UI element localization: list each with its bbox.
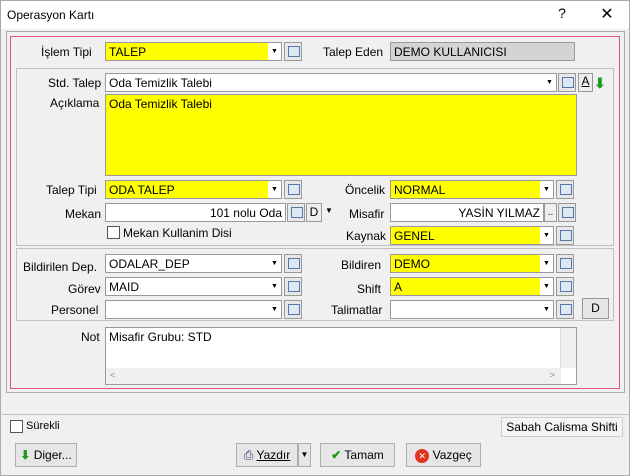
lookup-icon[interactable] [556,300,574,319]
gorev-label: Görev [68,282,101,296]
green-down-arrow-icon[interactable]: ⬇ [594,75,606,92]
lookup-icon[interactable] [284,300,302,319]
close-button[interactable]: ✕ [597,4,617,24]
diger-button[interactable]: ⬇ Diger... [15,443,77,467]
std-talep-select[interactable]: Oda Temizlik Talebi ▼ [105,73,557,92]
chevron-down-icon: ▼ [540,181,553,198]
talep-tipi-select[interactable]: ODA TALEP ▼ [105,180,282,199]
lookup-icon[interactable] [556,254,574,273]
dialog-window: Operasyon Kartı ? ✕ İşlem Tipi TALEP ▼ Ta… [0,0,630,476]
misafir-label: Misafir [349,207,385,221]
talep-eden-label: Talep Eden [323,45,384,59]
not-textarea[interactable]: Misafir Grubu: STD < > [105,327,577,385]
talep-eden-field: DEMO KULLANICISI [390,42,575,61]
shift-select[interactable]: A ▼ [390,277,554,296]
chevron-down-icon: ▼ [540,227,553,244]
bildiren-select[interactable]: DEMO ▼ [390,254,554,273]
chevron-down-icon: ▼ [268,255,281,272]
kaynak-label: Kaynak [346,229,387,243]
bildirilen-dep-label: Bildirilen Dep. [23,260,98,274]
lookup-icon[interactable] [284,254,302,273]
mekan-d-button[interactable]: D [306,203,322,222]
talimat-d-button[interactable]: D [582,298,609,319]
title-bar: Operasyon Kartı ? ✕ [1,1,629,29]
chevron-down-icon: ▼ [268,181,281,198]
bildirilen-dep-select[interactable]: ODALAR_DEP ▼ [105,254,282,273]
shift-label: Shift [357,282,382,296]
lookup-icon[interactable] [284,277,302,296]
gorev-select[interactable]: MAID ▼ [105,277,282,296]
lookup-icon[interactable] [284,42,302,61]
mekan-label: Mekan [65,207,102,221]
talep-tipi-label: Talep Tipi [46,183,97,197]
not-label: Not [81,330,100,344]
chevron-down-icon: ▼ [540,301,553,318]
surekli-checkbox[interactable] [10,420,23,433]
kaynak-select[interactable]: GENEL ▼ [390,226,554,245]
islem-tipi-select[interactable]: TALEP ▼ [105,42,282,61]
chevron-down-icon: ▼ [300,450,309,459]
chevron-down-icon[interactable]: ▼ [325,206,333,215]
misafir-field[interactable]: YASİN YILMAZ [390,203,544,222]
oncelik-select[interactable]: NORMAL ▼ [390,180,554,199]
check-icon: ✔ [331,448,342,462]
lookup-icon[interactable] [556,277,574,296]
window-title: Operasyon Kartı [7,8,95,22]
talimatlar-label: Talimatlar [331,303,383,317]
yazdir-dropdown-button[interactable]: ▼ [298,443,311,467]
chevron-down-icon: ▼ [540,255,553,272]
vazgec-button[interactable]: ✕ Vazgeç [406,443,481,467]
lookup-icon[interactable] [556,180,574,199]
chevron-down-icon: ▼ [268,301,281,318]
mekan-kullanim-checkbox[interactable] [107,226,120,239]
mekan-field[interactable]: 101 nolu Oda [105,203,286,222]
horizontal-scrollbar[interactable]: < > [106,368,561,384]
bildiren-label: Bildiren [341,258,382,272]
lookup-icon[interactable] [287,203,305,222]
lookup-icon[interactable] [558,73,576,92]
chevron-down-icon: ▼ [268,278,281,295]
font-a-button[interactable]: A [578,73,593,92]
printer-icon: ⎙ [243,448,254,462]
islem-tipi-label: İşlem Tipi [41,45,92,59]
lookup-icon[interactable] [284,180,302,199]
personel-label: Personel [51,303,99,317]
green-down-arrow-icon: ⬇ [20,448,31,462]
vertical-scrollbar[interactable] [560,328,576,368]
aciklama-textarea[interactable]: Oda Temizlik Talebi [105,94,577,176]
lookup-icon[interactable] [556,226,574,245]
yazdir-button[interactable]: ⎙ Yazdır [236,443,298,467]
personel-select[interactable]: ▼ [105,300,282,319]
aciklama-label: Açıklama [50,96,100,110]
talimatlar-select[interactable]: ▼ [390,300,554,319]
cancel-icon: ✕ [415,448,430,463]
lookup-icon[interactable] [558,203,576,222]
mekan-kullanim-label: Mekan Kullanim Disi [123,226,232,240]
shift-status: Sabah Calisma Shifti [501,417,623,437]
oncelik-label: Öncelik [345,183,386,197]
misafir-ellipsis-button[interactable]: .. [544,203,557,222]
std-talep-label: Std. Talep [48,76,102,90]
chevron-down-icon: ▼ [268,43,281,60]
help-button[interactable]: ? [553,5,571,25]
surekli-label: Sürekli [26,420,60,432]
chevron-down-icon: ▼ [540,278,553,295]
tamam-button[interactable]: ✔ Tamam [320,443,395,467]
chevron-down-icon: ▼ [543,74,556,91]
